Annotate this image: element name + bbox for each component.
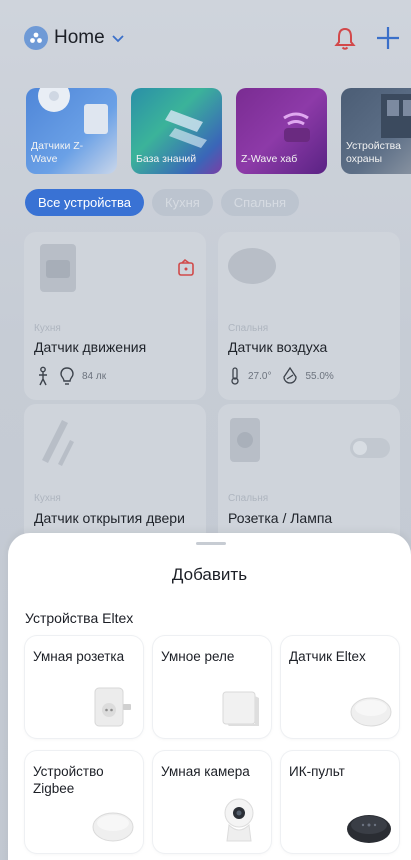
bell-icon[interactable]: [333, 26, 357, 52]
tile-ir-remote[interactable]: ИК-пульт: [281, 751, 399, 853]
device-room: Кухня: [34, 493, 61, 504]
device-card-motion-sensor[interactable]: Кухня Датчик движения 84 лк: [24, 232, 206, 400]
tile-label: Умная камера: [161, 764, 250, 779]
device-name: Датчик движения: [34, 339, 147, 355]
tamper-alert-icon: [178, 258, 194, 276]
chevron-down-icon: [112, 35, 124, 43]
app-header: Home: [0, 0, 411, 70]
tile-label: Умное реле: [161, 649, 235, 664]
tile-smart-plug[interactable]: Умная розетка: [25, 636, 143, 738]
person-motion-icon: [39, 366, 47, 386]
banner-label: База знаний: [136, 153, 197, 165]
socket-toggle[interactable]: [350, 438, 390, 458]
device-room: Спальня: [228, 493, 269, 504]
add-device-sheet: Добавить Устройства Eltex Умная розетка …: [8, 533, 411, 860]
humidity-value: 55.0%: [305, 370, 334, 382]
device-room: Кухня: [34, 323, 61, 334]
banner-z-wave-hub[interactable]: Z-Wave хаб: [236, 88, 327, 174]
home-logo-icon: [24, 26, 48, 50]
door-sensor-icon: [42, 420, 74, 466]
thermometer-icon: [231, 367, 239, 385]
lightbulb-icon: [60, 367, 74, 385]
add-icon[interactable]: [374, 24, 402, 52]
smart-plug-icon: [94, 687, 131, 727]
device-card-door-sensor[interactable]: Кухня Датчик открытия двери: [24, 404, 206, 544]
home-selector[interactable]: Home: [24, 26, 125, 50]
banner-label: Z-Wave хаб: [241, 153, 298, 165]
room-filter-tabs: Все устройства Кухня Спальня: [25, 189, 300, 216]
tab-kitchen[interactable]: Кухня: [152, 189, 213, 216]
device-card-socket-lamp[interactable]: Спальня Розетка / Лампа: [218, 404, 400, 544]
tile-smart-relay[interactable]: Умное реле: [153, 636, 271, 738]
device-room: Спальня: [228, 323, 269, 334]
ir-remote-icon: [347, 815, 391, 843]
tile-label: Умная розетка: [33, 649, 125, 664]
lux-value: 84 лк: [82, 370, 107, 382]
tile-label: ИК-пульт: [289, 764, 345, 779]
zigbee-hub-icon: [92, 812, 134, 842]
tile-smart-camera[interactable]: Умная камера: [153, 751, 271, 853]
camera-icon: [224, 798, 254, 842]
tile-label: Устройство Zigbee: [33, 764, 104, 796]
air-sensor-icon: [228, 248, 276, 284]
sensor-icon: [350, 697, 392, 727]
tab-bedroom[interactable]: Спальня: [220, 189, 300, 216]
banner-label: Датчики Z-Wave: [31, 140, 84, 165]
socket-icon: [230, 418, 260, 462]
device-name: Датчик открытия двери: [34, 510, 185, 526]
tab-all-devices[interactable]: Все устройства: [25, 189, 144, 216]
device-name: Датчик воздуха: [228, 339, 328, 355]
temperature-value: 27.0°: [248, 370, 272, 382]
banner-z-wave-sensors[interactable]: Датчики Z-Wave: [26, 88, 117, 174]
home-title: Home: [54, 27, 105, 48]
sheet-drag-handle[interactable]: [196, 542, 226, 545]
device-name: Розетка / Лампа: [228, 510, 333, 526]
tile-eltex-sensor[interactable]: Датчик Eltex: [281, 636, 399, 738]
banner-security-devices[interactable]: Устройства охраны: [341, 88, 411, 174]
banner-label: Устройства охраны: [346, 140, 401, 165]
promo-banners: Датчики Z-Wave База знаний Z-Wave хаб Ус…: [26, 88, 411, 174]
home-screen: Home Датчики Z-Wave База знаний Z-Wave х…: [0, 0, 411, 860]
banner-knowledge-base[interactable]: База знаний: [131, 88, 222, 174]
humidity-icon: [283, 366, 298, 384]
tile-zigbee-device[interactable]: Устройство Zigbee: [25, 751, 143, 853]
tile-label: Датчик Eltex: [289, 649, 366, 664]
sheet-title: Добавить: [171, 565, 248, 584]
device-card-air-sensor[interactable]: Спальня Датчик воздуха 27.0° 55.0%: [218, 232, 400, 400]
relay-icon: [222, 691, 259, 726]
section-title: Устройства Eltex: [25, 610, 134, 626]
motion-sensor-icon: [40, 244, 76, 292]
